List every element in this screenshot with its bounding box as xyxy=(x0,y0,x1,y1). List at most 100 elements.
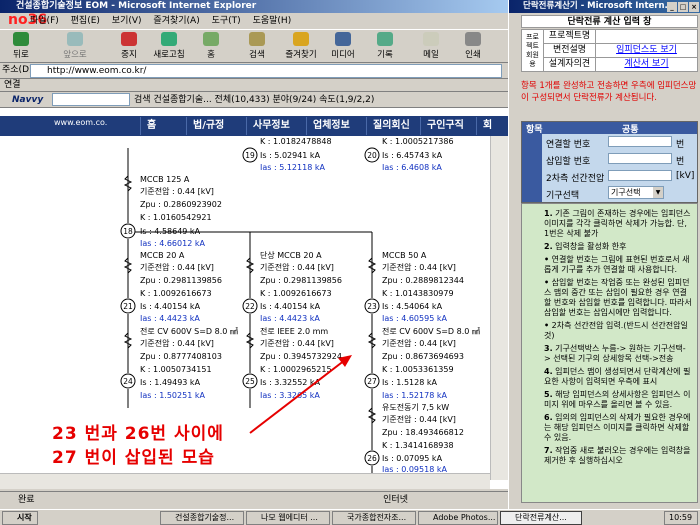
z-rightwire-k: K : 1.0053361359 xyxy=(382,365,454,374)
z-mccb125-title: MCCB 125 A xyxy=(140,175,190,184)
insert-number-label: 삽입할 번호 xyxy=(546,157,591,167)
node-20: 20 xyxy=(367,151,377,160)
connect-number-input[interactable] xyxy=(608,136,672,147)
navvy-search-input[interactable] xyxy=(52,93,130,106)
device-select[interactable]: 기구선택 ▼ xyxy=(608,186,664,199)
navvy-logo[interactable]: Navvy xyxy=(12,92,43,108)
star-icon xyxy=(293,32,309,46)
grid-header: 항목 공통 xyxy=(522,122,697,135)
z-midwire-k: K : 1.0002965215 xyxy=(260,365,332,374)
status-bar: 완료 인터넷 xyxy=(0,491,508,509)
secondary-voltage-input[interactable] xyxy=(608,170,672,181)
z-rightwire-title: 전로 CV 600V S=D 8.0 ㎟ xyxy=(382,326,480,336)
z-leftwire-ias: Ias : 1.50251 kA xyxy=(140,391,205,400)
stop-button[interactable]: 중지 xyxy=(110,32,148,62)
help-item: • 연결할 번호는 그림에 표현된 번호로서 새롭게 기구를 추가 연결할 때 … xyxy=(544,255,690,274)
node-18: 18 xyxy=(123,227,133,236)
navvy-result-text: 건설종합기술... 전체(10,433) 분야(9/24) 속도(1,9/2,2… xyxy=(153,95,375,105)
project-name-value[interactable] xyxy=(596,30,697,44)
print-icon xyxy=(465,32,481,46)
z-rightwire-ias: Ias : 1.52178 kA xyxy=(382,391,447,400)
z-motor-title: 유도전동기 7,5 kW xyxy=(382,402,449,412)
mail-button[interactable]: 메일 xyxy=(412,32,450,62)
secondary-voltage-unit: [kV] xyxy=(676,171,695,181)
z-midmccb-k: K : 1.0092616673 xyxy=(260,289,332,298)
help-panel: 1. 기존 그림이 존재하는 경우에는 임피던스 이미지를 각각 클릭하면 삭제… xyxy=(521,203,698,503)
z-midmccb-is: Is : 4.40154 kA xyxy=(260,302,321,311)
search-button[interactable]: 검색 xyxy=(238,32,276,62)
task-namo[interactable]: 나모 웹에디터 ... xyxy=(246,511,330,525)
z-mccb20-is: Is : 4.40154 kA xyxy=(140,302,201,311)
menu-tools[interactable]: 도구(T) xyxy=(212,16,241,26)
input-grid: 항목 공통 연결할 번호 번 삽입할 번호 번 2차측 선간전압 [kV] 기구… xyxy=(521,121,698,203)
menu-edit[interactable]: 편집(E) xyxy=(71,16,100,26)
z-leftwire-is: Is : 1.49493 kA xyxy=(140,378,201,387)
task-photoshop[interactable]: Adobe Photos... xyxy=(418,511,498,525)
z-midwire-zpu: Zpu : 0.3945732924 xyxy=(260,352,342,361)
help-item: • 2차측 선간전압 입력.(반드시 선간전압일것) xyxy=(544,321,688,340)
home-button[interactable]: 홈 xyxy=(192,32,230,62)
task-national[interactable]: 국가종합전자조... xyxy=(332,511,416,525)
task-calculator[interactable]: 단락전류계산... xyxy=(500,511,582,525)
help-item: • 삽입할 번호는 작업중 또는 완성된 임피던스 맵의 중간 또는 삽입이 필… xyxy=(544,278,692,317)
z-mccb20-ias: Ias : 4.4423 kA xyxy=(140,314,200,323)
chevron-down-icon[interactable]: ▼ xyxy=(653,187,663,198)
view-impedance-link[interactable]: 임피던스도 보기 xyxy=(596,44,697,58)
menu-favorites[interactable]: 즐겨찾기(A) xyxy=(153,16,199,26)
task-eom[interactable]: 건설종합기술정... xyxy=(160,511,244,525)
z20-is: Is : 6.45743 kA xyxy=(382,151,443,160)
browser-window: 건설종합기술정보 EOM - Microsoft Internet Explor… xyxy=(0,0,508,509)
z-mccb125-zpu: Zpu : 0.2860923902 xyxy=(140,200,222,209)
toolbar: 뒤로 앞으로 중지 새로고침 홈 검색 즐겨찾기 미디어 기록 메일 인쇄 xyxy=(0,29,508,63)
grid-side-bar xyxy=(522,134,542,202)
forward-button[interactable]: 앞으로 xyxy=(56,32,94,62)
z-mccb125-k: K : 1.0160542921 xyxy=(140,213,212,222)
favorites-button[interactable]: 즐겨찾기 xyxy=(282,32,320,62)
menu-view[interactable]: 보기(V) xyxy=(112,16,142,26)
home-icon xyxy=(203,32,219,46)
navvy-search-results: 검색 건설종합기술... 전체(10,433) 분야(9/24) 속도(1,9/… xyxy=(134,92,374,108)
project-name-label: 프로젝트명 xyxy=(544,30,596,44)
z-mccb125-ias: Ias : 4.66012 kA xyxy=(140,239,205,248)
node-19: 19 xyxy=(245,151,255,160)
z-mccb50-is: Is : 4.54064 kA xyxy=(382,302,443,311)
z-mccb50-title: MCCB 50 A xyxy=(382,251,427,260)
refresh-button[interactable]: 새로고침 xyxy=(150,32,188,62)
media-button[interactable]: 미디어 xyxy=(324,32,362,62)
substation-label: 변전설명 xyxy=(544,44,596,58)
z-midmccb-zpu: Zpu : 0.2981139856 xyxy=(260,276,342,285)
insert-number-input[interactable] xyxy=(608,153,672,164)
page-horizontal-scrollbar[interactable] xyxy=(0,473,490,489)
back-button[interactable]: 뒤로 xyxy=(2,32,40,62)
z-mccb125-is: Is : 4.58649 kA xyxy=(140,227,201,236)
menu-help[interactable]: 도움말(H) xyxy=(253,16,292,26)
close-icon[interactable]: × xyxy=(689,2,699,12)
designer-label: 설계자의견 xyxy=(544,58,596,71)
z-mccb20-zpu: Zpu : 0.2981139856 xyxy=(140,276,222,285)
help-item: 5. 해당 임피던스의 상세사항은 임피던스 이미지 위에 마우스를 올리면 볼… xyxy=(544,390,691,409)
warning-text: 항목 1개를 완성하고 전송하면 우측에 임피던스망이 구성되면서 단락전류가 … xyxy=(521,81,697,103)
start-button[interactable]: 시작 xyxy=(2,511,38,525)
z-mccb20-k: K : 1.0092616673 xyxy=(140,289,212,298)
minimize-icon[interactable]: _ xyxy=(667,2,677,12)
project-table: 프로젝트회원용 프로젝트명 변전설명 설계자의견 임피던스도 보기 계산서 보기 xyxy=(521,29,698,72)
z-midwire-ias: Ias : 3.3265 kA xyxy=(260,391,320,400)
menu-file[interactable]: 파일(F) xyxy=(30,16,59,26)
view-calc-sheet-link[interactable]: 계산서 보기 xyxy=(596,58,697,71)
form-title: 단락전류 계산 입력 창 xyxy=(521,15,698,28)
help-item: 6. 임의의 임피던스의 삭제가 필요한 경우에는 해당 임피던스 이미지를 클… xyxy=(544,413,691,442)
maximize-icon[interactable]: □ xyxy=(678,2,688,12)
z-rightwire-v: 기준전압 : 0.44 [kV] xyxy=(382,338,456,348)
history-button[interactable]: 기록 xyxy=(366,32,404,62)
address-input[interactable]: http://www.eom.co.kr/ xyxy=(30,64,502,78)
links-bar[interactable]: 연결 xyxy=(0,79,508,92)
z-leftwire-zpu: Zpu : 0.8777408103 xyxy=(140,352,222,361)
page-vertical-scrollbar[interactable] xyxy=(490,136,508,480)
print-button[interactable]: 인쇄 xyxy=(454,32,492,62)
z-motor-is: Is : 0.07095 kA xyxy=(382,454,443,463)
connect-number-label: 연결할 번호 xyxy=(546,140,591,150)
node-23: 23 xyxy=(367,302,377,311)
z-mccb20-title: MCCB 20 A xyxy=(140,251,185,260)
z20-ias: Ias : 6.4608 kA xyxy=(382,163,442,172)
navvy-search-button[interactable]: 검색 xyxy=(134,95,151,105)
